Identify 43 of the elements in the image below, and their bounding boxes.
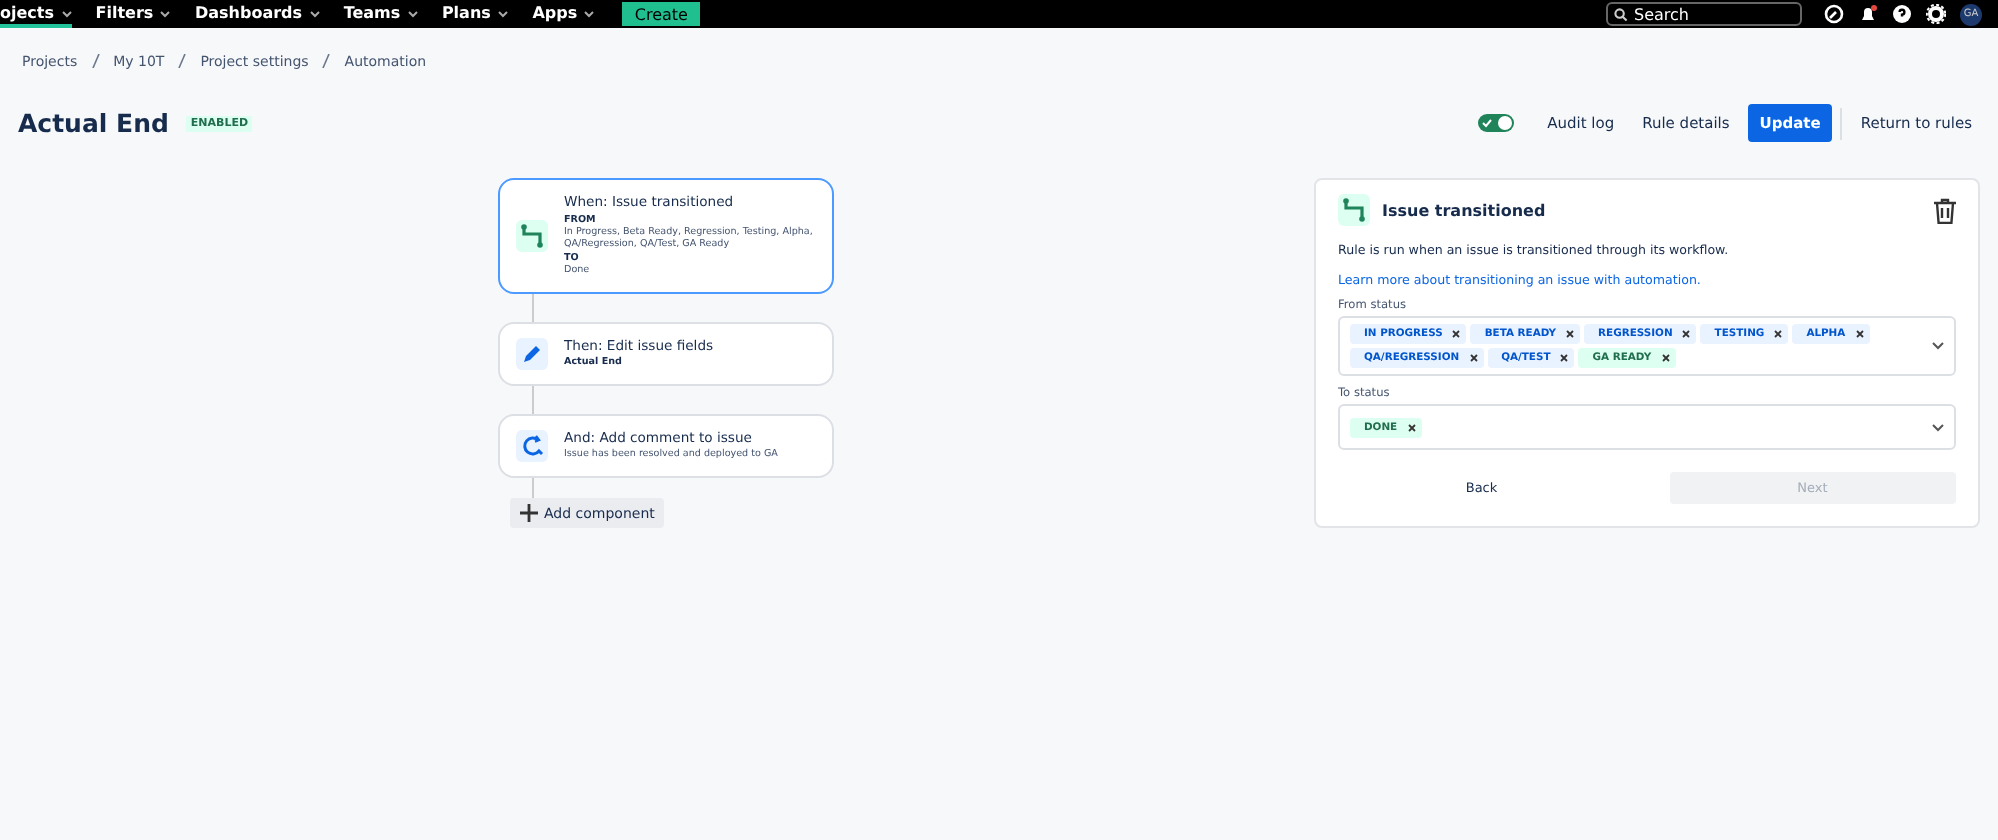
remove-icon[interactable] (1682, 330, 1691, 338)
nav-item[interactable]: Dashboards (194, 0, 320, 28)
comment-icon (520, 434, 544, 459)
nav-item[interactable]: Teams (343, 0, 418, 28)
remove-icon[interactable] (1774, 330, 1783, 338)
remove-icon[interactable] (1566, 330, 1575, 338)
caret-icon (407, 9, 418, 18)
nav-item[interactable]: Apps (532, 0, 595, 28)
check-icon (1481, 118, 1492, 128)
transition-icon (1340, 196, 1368, 224)
pencil-icon (520, 342, 544, 367)
panel-title: Issue transitioned (1382, 201, 1548, 219)
plus-icon (520, 504, 538, 523)
nav-item[interactable]: Plans (441, 0, 509, 28)
settings-icon[interactable] (1926, 4, 1946, 24)
search-field[interactable]: Search (1606, 2, 1802, 26)
separator-icon (91, 54, 100, 68)
remove-icon[interactable] (1469, 354, 1478, 362)
bell-icon[interactable] (1858, 4, 1878, 24)
transition-icon (518, 222, 546, 250)
search-icon (1614, 8, 1628, 22)
chevron-down-icon (1932, 342, 1944, 350)
enable-toggle[interactable] (1477, 114, 1514, 132)
separator-icon (322, 54, 331, 68)
remove-icon[interactable] (1407, 423, 1416, 431)
caret-icon (160, 9, 171, 18)
remove-icon[interactable] (1560, 354, 1569, 362)
remove-icon[interactable] (1452, 330, 1461, 338)
caret-icon (584, 9, 595, 18)
nav-item[interactable]: ojects (0, 0, 72, 28)
create-button[interactable]: Create (622, 2, 700, 26)
chevron-down-icon (1932, 423, 1944, 431)
caret-icon (61, 9, 72, 18)
separator-icon (178, 54, 187, 68)
caret-icon (309, 9, 320, 18)
compass-icon[interactable] (1824, 4, 1844, 24)
nav-item[interactable]: Filters (95, 0, 171, 28)
caret-icon (498, 9, 509, 18)
trash-icon[interactable] (1934, 197, 1956, 223)
rule-title: Actual End (18, 108, 169, 138)
remove-icon[interactable] (1661, 354, 1670, 362)
help-icon[interactable] (1892, 4, 1912, 24)
remove-icon[interactable] (1855, 330, 1864, 338)
